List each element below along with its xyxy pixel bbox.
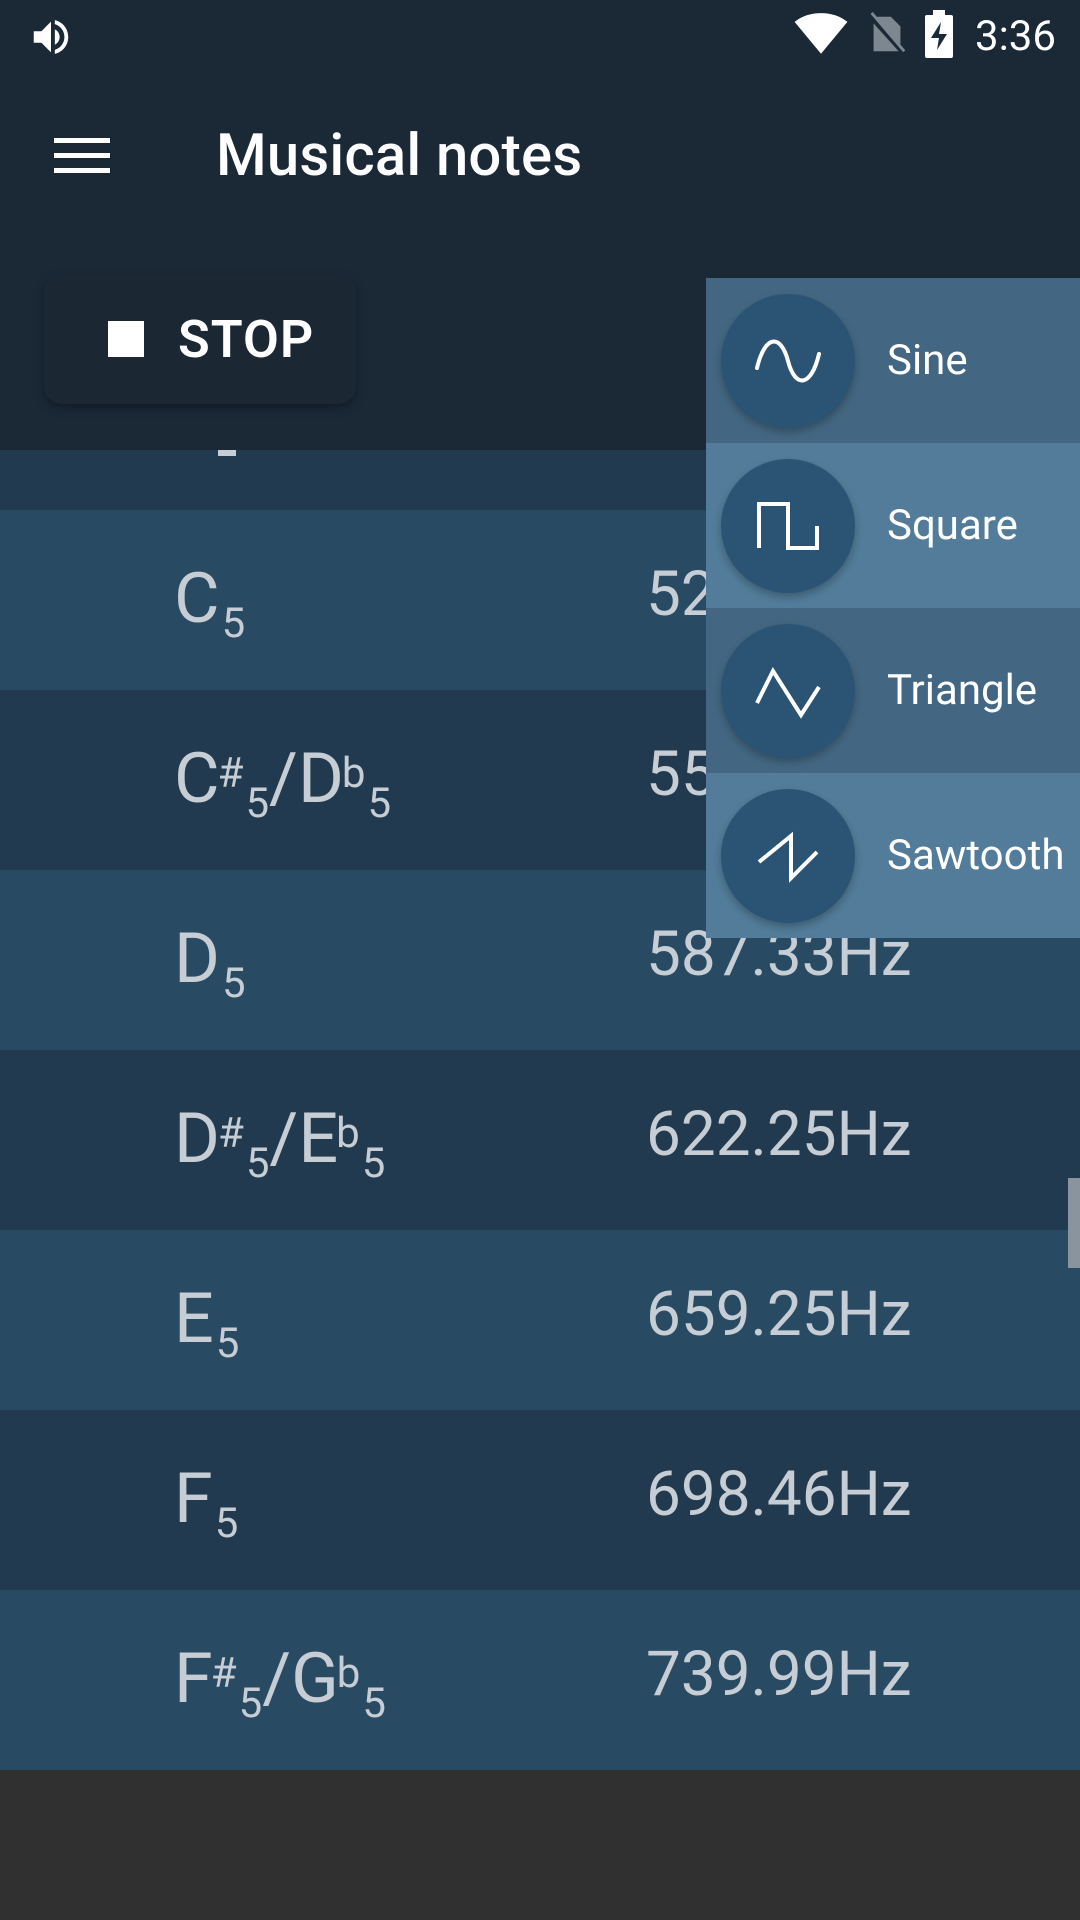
note-name: F#5/Gb5 [174,1638,386,1728]
volume-icon [28,14,74,60]
page-title: Musical notes [216,122,583,190]
sawtooth-wave-icon [721,788,855,923]
note-row[interactable]: F#5/Gb5 739.99Hz [0,1590,1080,1770]
note-frequency: 622.25Hz [646,1098,912,1171]
note-row[interactable]: D#5/Eb5 622.25Hz [0,1050,1080,1230]
stop-icon [108,321,144,357]
note-name: E5 [174,1278,240,1368]
square-wave-icon [721,458,855,593]
waveform-option-sawtooth[interactable]: Sawtooth [706,773,1080,938]
note-name: D#5/Eb5 [174,1098,386,1188]
waveform-label: Triangle [887,666,1038,715]
hamburger-menu-icon[interactable] [42,124,122,188]
waveform-label: Sawtooth [887,831,1065,880]
note-row[interactable]: F5 698.46Hz [0,1410,1080,1590]
triangle-wave-icon [721,623,855,758]
waveform-menu: Sine Square Triangle Sawtooth [706,278,1080,938]
waveform-label: Sine [887,336,968,385]
status-bar: 3:36 [0,0,1080,72]
stop-button[interactable]: STOP [44,274,356,404]
waveform-option-triangle[interactable]: Triangle [706,608,1080,773]
navigation-bar-area [0,1770,1080,1920]
note-frequency: 659.25Hz [646,1278,912,1351]
note-frequency: 698.46Hz [646,1458,912,1531]
waveform-option-square[interactable]: Square [706,443,1080,608]
note-name: D5 [174,918,246,1008]
note-frequency: 739.99Hz [646,1638,912,1711]
battery-charging-icon [925,10,953,62]
wifi-icon [793,12,849,60]
note-name: C#5/Db5 [174,738,392,828]
clock: 3:36 [975,11,1056,61]
note-row[interactable]: E5 659.25Hz [0,1230,1080,1410]
note-name: C5 [174,558,246,648]
scrollbar-thumb[interactable] [1068,1178,1080,1268]
app-bar: Musical notes [0,72,1080,242]
waveform-option-sine[interactable]: Sine [706,278,1080,443]
stop-button-label: STOP [178,308,315,370]
no-sim-icon [867,11,907,61]
partial-note-text [218,450,236,456]
sine-wave-icon [721,293,855,428]
waveform-label: Square [887,501,1018,550]
note-name: F5 [174,1458,239,1548]
